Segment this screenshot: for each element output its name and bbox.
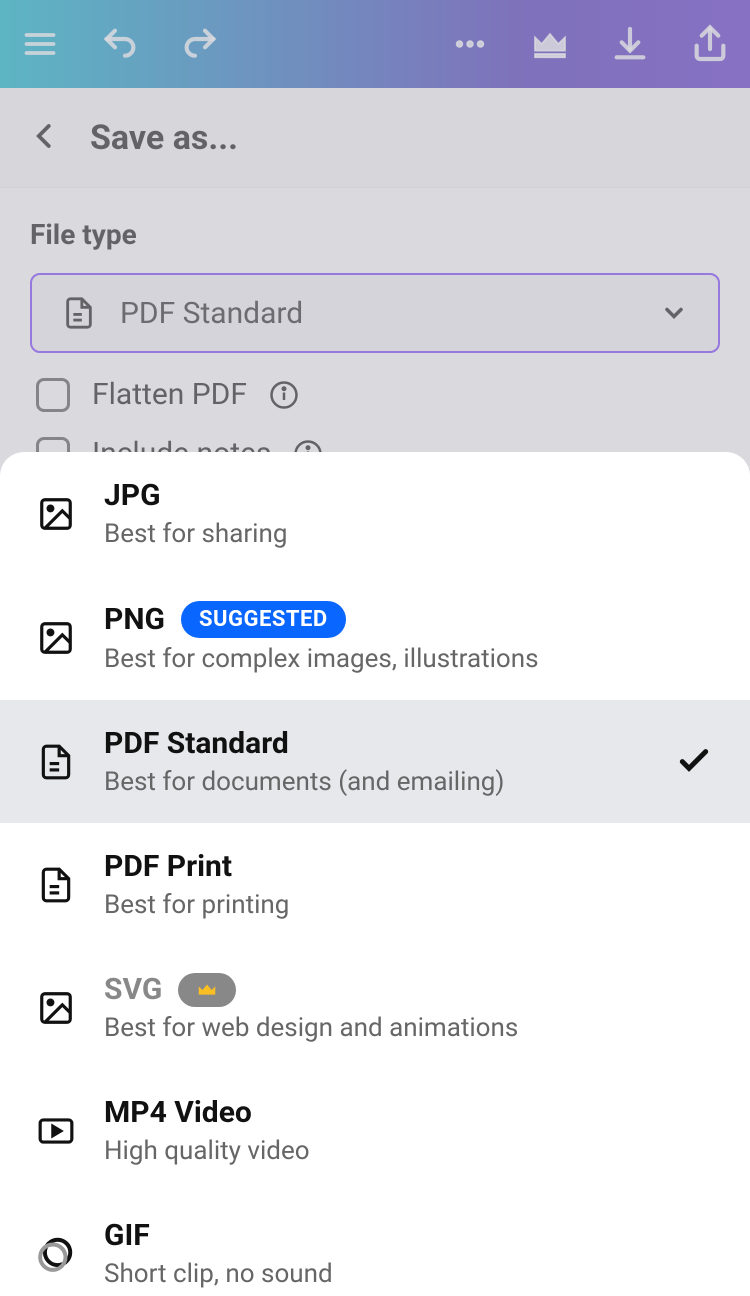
- image-icon: [36, 618, 76, 658]
- file-type-option[interactable]: PNG SUGGESTED Best for complex images, ill…: [0, 575, 750, 700]
- share-icon[interactable]: [690, 24, 730, 64]
- checkbox[interactable]: [36, 378, 70, 412]
- info-icon[interactable]: [269, 380, 299, 410]
- flatten-pdf-row[interactable]: Flatten PDF: [30, 353, 720, 436]
- check-icon: [674, 740, 714, 784]
- app-header: [0, 0, 750, 88]
- option-desc: Best for complex images, illustrations: [104, 644, 714, 674]
- download-icon[interactable]: [610, 24, 650, 64]
- menu-icon[interactable]: [20, 24, 60, 64]
- crown-icon[interactable]: [530, 24, 570, 64]
- panel-header: Save as...: [0, 88, 750, 188]
- option-desc: Best for documents (and emailing): [104, 767, 646, 797]
- option-desc: Best for web design and animations: [104, 1013, 714, 1043]
- file-type-option[interactable]: GIF Short clip, no sound: [0, 1192, 750, 1296]
- option-title: PNG: [104, 602, 165, 637]
- doc-icon: [36, 865, 76, 905]
- option-desc: Short clip, no sound: [104, 1259, 714, 1289]
- option-title: JPG: [104, 478, 161, 513]
- file-type-select[interactable]: PDF Standard: [30, 273, 720, 353]
- select-value: PDF Standard: [120, 296, 636, 331]
- panel-title: Save as...: [90, 118, 238, 158]
- suggested-badge: SUGGESTED: [181, 601, 346, 638]
- file-type-option[interactable]: MP4 Video High quality video: [0, 1069, 750, 1192]
- file-type-options-sheet: JPG Best for sharing PNG SUGGESTED Best for …: [0, 452, 750, 1296]
- doc-icon: [36, 742, 76, 782]
- option-desc: High quality video: [104, 1136, 714, 1166]
- file-type-option[interactable]: JPG Best for sharing: [0, 452, 750, 575]
- undo-icon[interactable]: [100, 24, 140, 64]
- more-icon[interactable]: [450, 24, 490, 64]
- file-type-label: File type: [30, 218, 720, 251]
- file-type-option[interactable]: PDF Print Best for printing: [0, 823, 750, 946]
- option-desc: Best for printing: [104, 890, 714, 920]
- file-type-option[interactable]: PDF Standard Best for documents (and emai…: [0, 700, 750, 823]
- video-icon: [36, 1111, 76, 1151]
- file-type-option[interactable]: SVG Best for web design and animations: [0, 946, 750, 1069]
- chevron-down-icon: [660, 299, 688, 327]
- premium-badge: [178, 973, 236, 1007]
- redo-icon[interactable]: [180, 24, 220, 64]
- option-title: PDF Print: [104, 849, 232, 884]
- option-title: MP4 Video: [104, 1095, 252, 1130]
- document-icon: [62, 296, 96, 330]
- option-title: GIF: [104, 1218, 150, 1253]
- image-icon: [36, 494, 76, 534]
- flatten-pdf-label: Flatten PDF: [92, 377, 247, 412]
- option-title: PDF Standard: [104, 726, 289, 761]
- option-title: SVG: [104, 972, 162, 1007]
- gif-icon: [36, 1234, 76, 1274]
- option-desc: Best for sharing: [104, 519, 714, 549]
- back-icon[interactable]: [30, 121, 60, 155]
- image-icon: [36, 988, 76, 1028]
